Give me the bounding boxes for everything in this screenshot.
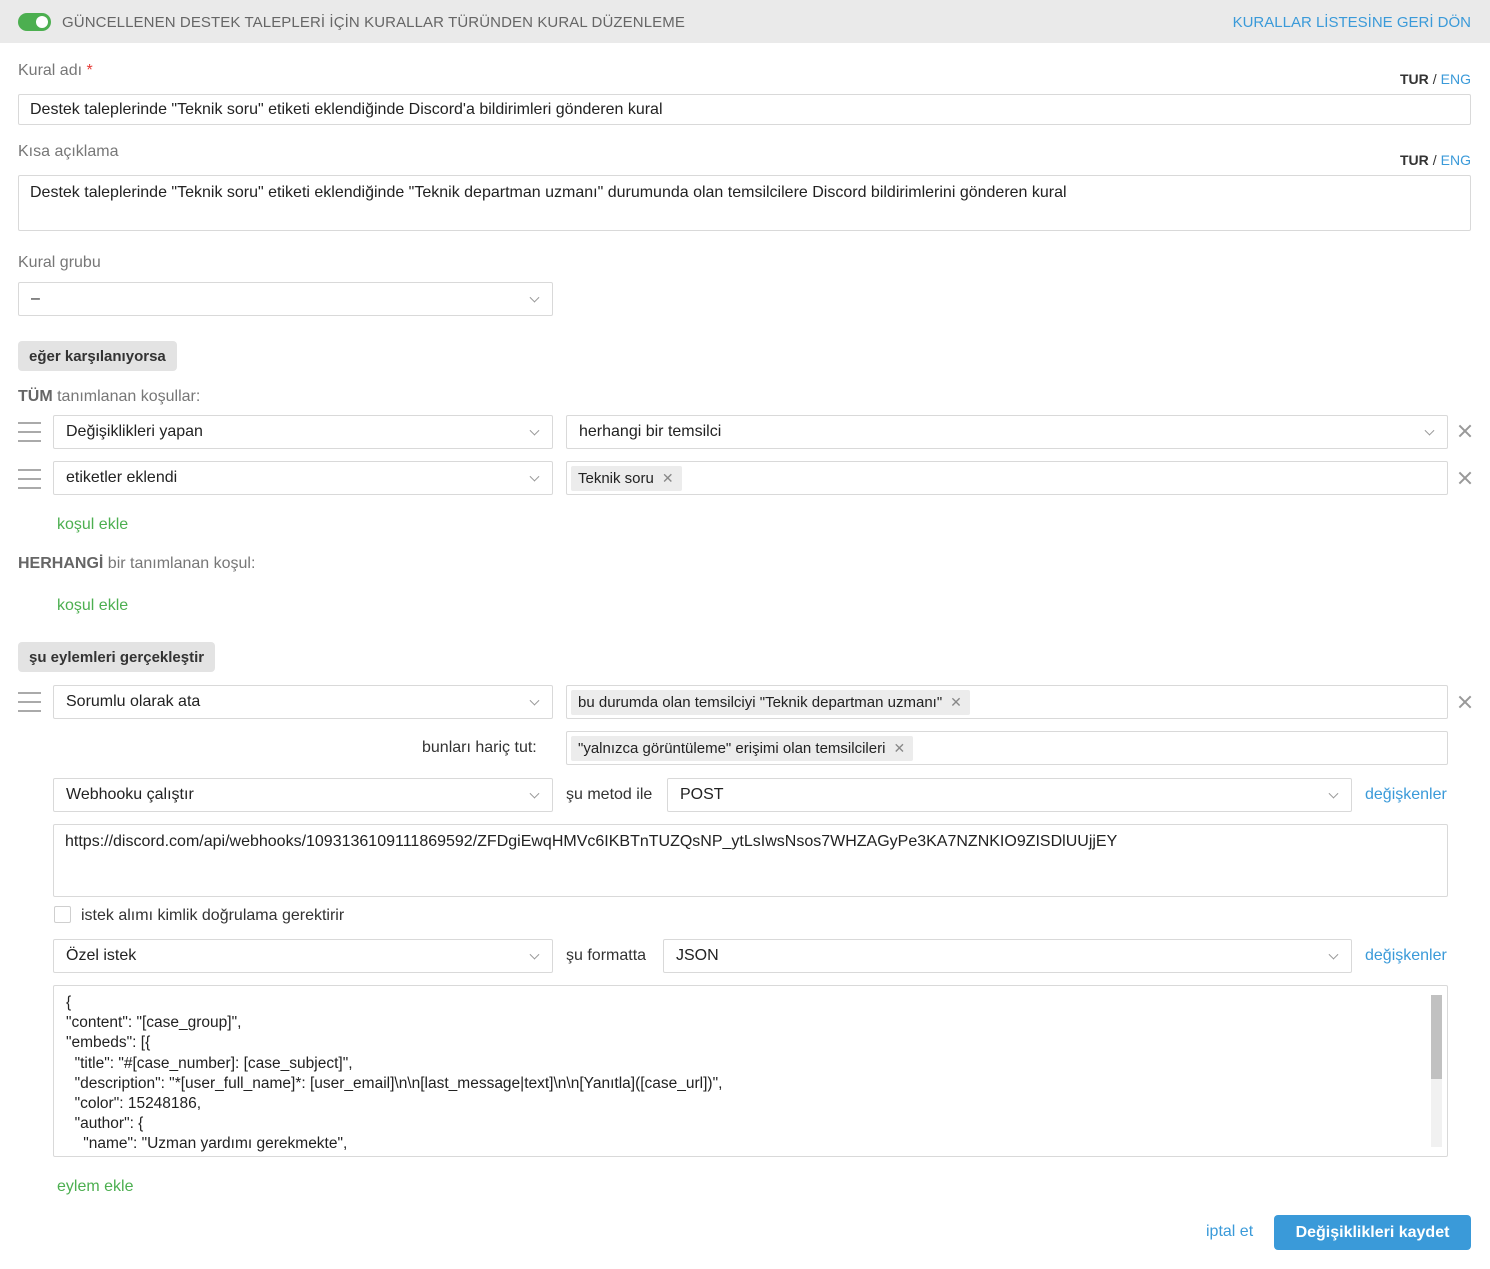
rule-group-value: –	[31, 290, 40, 307]
chevron-down-icon	[1328, 949, 1339, 960]
condition-field-select[interactable]: Değişiklikleri yapan	[53, 415, 553, 449]
rule-name-label-text: Kural adı	[18, 62, 83, 79]
action-type-select[interactable]: Sorumlu olarak ata	[53, 685, 553, 719]
rule-name-label: Kural adı *	[18, 62, 93, 80]
code-line: "title": "#[case_number]: [case_subject]…	[66, 1054, 353, 1072]
condition-tags-input[interactable]: Teknik soru ✕	[566, 461, 1448, 495]
request-body-lines: {"content": "[case_group]", "embeds": [{ …	[66, 993, 722, 1155]
required-mark: *	[86, 62, 93, 79]
code-line: "color": 15248186,	[66, 1095, 202, 1113]
cancel-link[interactable]: iptal et	[1206, 1223, 1253, 1241]
actions-header: şu eylemleri gerçekleştir	[18, 642, 216, 672]
webhook-action-select[interactable]: Webhooku çalıştır	[53, 778, 553, 812]
request-type-value: Özel istek	[66, 947, 137, 964]
code-line: "name": "Uzman yardımı gerekmekte",	[66, 1135, 348, 1153]
webhook-action-value: Webhooku çalıştır	[66, 786, 194, 803]
page-header: GÜNCELLENEN DESTEK TALEPLERİ İÇİN KURALL…	[0, 0, 1490, 43]
chevron-down-icon	[529, 425, 540, 436]
drag-handle-icon[interactable]	[18, 469, 41, 489]
auth-required-label: istek alımı kimlik doğrulama gerektirir	[81, 907, 345, 924]
chevron-down-icon	[1328, 788, 1339, 799]
lang-eng[interactable]: ENG	[1441, 152, 1471, 168]
any-conditions-caption-bold: HERHANGİ	[18, 555, 104, 572]
remove-condition-icon[interactable]	[1457, 423, 1473, 439]
exclude-label: bunları hariç tut:	[422, 739, 537, 756]
lang-eng[interactable]: ENG	[1441, 71, 1471, 87]
remove-action-icon[interactable]	[1457, 694, 1473, 710]
lang-tur[interactable]: TUR	[1400, 152, 1429, 168]
any-conditions-caption: HERHANGİ bir tanımlanan koşul:	[18, 555, 255, 573]
request-body-editor[interactable]: {"content": "[case_group]", "embeds": [{ …	[53, 985, 1448, 1157]
tag-chip-label: "yalnızca görüntüleme" erişimi olan tems…	[578, 739, 886, 757]
method-label: şu metod ile	[566, 786, 653, 803]
short-description-textarea[interactable]: Destek taleplerinde "Teknik soru" etiket…	[18, 175, 1471, 231]
auth-required-checkbox[interactable]	[54, 906, 71, 923]
chevron-down-icon	[529, 695, 540, 706]
variables-link[interactable]: değişkenler	[1365, 786, 1447, 804]
format-label: şu formatta	[566, 947, 647, 964]
short-description-label: Kısa açıklama	[18, 143, 119, 160]
lang-separator: /	[1432, 152, 1437, 168]
page-title: GÜNCELLENEN DESTEK TALEPLERİ İÇİN KURALL…	[62, 14, 685, 31]
drag-handle-icon[interactable]	[18, 422, 41, 442]
all-conditions-caption-bold: TÜM	[18, 388, 53, 405]
rule-active-toggle[interactable]	[18, 13, 51, 31]
remove-tag-icon[interactable]: ✕	[893, 740, 905, 757]
chevron-down-icon	[529, 471, 540, 482]
remove-condition-icon[interactable]	[1457, 470, 1473, 486]
condition-field-select[interactable]: etiketler eklendi	[53, 461, 553, 495]
variables-link-2[interactable]: değişkenler	[1365, 947, 1447, 965]
request-type-select[interactable]: Özel istek	[53, 939, 553, 973]
chevron-down-icon	[529, 788, 540, 799]
back-to-rules-link[interactable]: KURALLAR LİSTESİNE GERİ DÖN	[1233, 14, 1471, 31]
assignee-tags-input[interactable]: bu durumda olan temsilciyi "Teknik depar…	[566, 685, 1448, 719]
any-conditions-caption-text: bir tanımlanan koşul:	[107, 555, 256, 572]
code-line: "description": "*[user_full_name]*: [use…	[66, 1074, 723, 1092]
chevron-down-icon	[529, 292, 540, 303]
code-line: "content": "[case_group]",	[66, 1014, 242, 1032]
add-action-link[interactable]: eylem ekle	[57, 1178, 133, 1196]
drag-handle-icon[interactable]	[18, 692, 41, 712]
remove-tag-icon[interactable]: ✕	[950, 694, 962, 711]
webhook-url-textarea[interactable]: https://discord.com/api/webhooks/1093136…	[53, 824, 1448, 897]
rule-group-select[interactable]: –	[18, 282, 553, 316]
lang-tur[interactable]: TUR	[1400, 71, 1429, 87]
condition-field-value: etiketler eklendi	[66, 469, 178, 486]
tag-chip-label: Teknik soru	[578, 469, 654, 487]
tag-chip: Teknik soru ✕	[571, 465, 682, 491]
condition-field-value: Değişiklikleri yapan	[66, 423, 203, 440]
code-line: {	[66, 994, 72, 1011]
code-line: "embeds": [{	[66, 1034, 151, 1052]
format-select[interactable]: JSON	[663, 939, 1352, 973]
http-method-select[interactable]: POST	[667, 778, 1352, 812]
format-value: JSON	[676, 947, 719, 964]
rule-name-input[interactable]: Destek taleplerinde "Teknik soru" etiket…	[18, 94, 1471, 125]
lang-separator: /	[1432, 71, 1437, 87]
chevron-down-icon	[1424, 425, 1435, 436]
if-conditions-header: eğer karşılanıyorsa	[18, 341, 177, 371]
http-method-value: POST	[680, 786, 724, 803]
remove-tag-icon[interactable]: ✕	[662, 470, 674, 487]
action-type-value: Sorumlu olarak ata	[66, 693, 201, 710]
exclude-tags-input[interactable]: "yalnızca görüntüleme" erişimi olan tems…	[566, 731, 1448, 765]
condition-value: herhangi bir temsilci	[579, 423, 722, 440]
rule-name-language-switch: TUR / ENG	[1400, 71, 1471, 87]
toggle-knob	[36, 16, 48, 28]
save-changes-button[interactable]: Değişiklikleri kaydet	[1274, 1215, 1471, 1250]
tag-chip-label: bu durumda olan temsilciyi "Teknik depar…	[578, 693, 943, 711]
scrollbar-thumb[interactable]	[1431, 995, 1442, 1079]
short-description-language-switch: TUR / ENG	[1400, 152, 1471, 168]
tag-chip: bu durumda olan temsilciyi "Teknik depar…	[571, 689, 970, 715]
scrollbar[interactable]	[1431, 995, 1442, 1147]
rule-group-label: Kural grubu	[18, 254, 101, 271]
tag-chip: "yalnızca görüntüleme" erişimi olan tems…	[571, 735, 914, 761]
all-conditions-caption-text: tanımlanan koşullar:	[57, 388, 201, 405]
chevron-down-icon	[529, 949, 540, 960]
code-line: "author": {	[66, 1115, 144, 1133]
add-condition-link[interactable]: koşul ekle	[57, 516, 128, 534]
all-conditions-caption: TÜM tanımlanan koşullar:	[18, 388, 200, 406]
condition-value-select[interactable]: herhangi bir temsilci	[566, 415, 1448, 449]
add-any-condition-link[interactable]: koşul ekle	[57, 597, 128, 615]
